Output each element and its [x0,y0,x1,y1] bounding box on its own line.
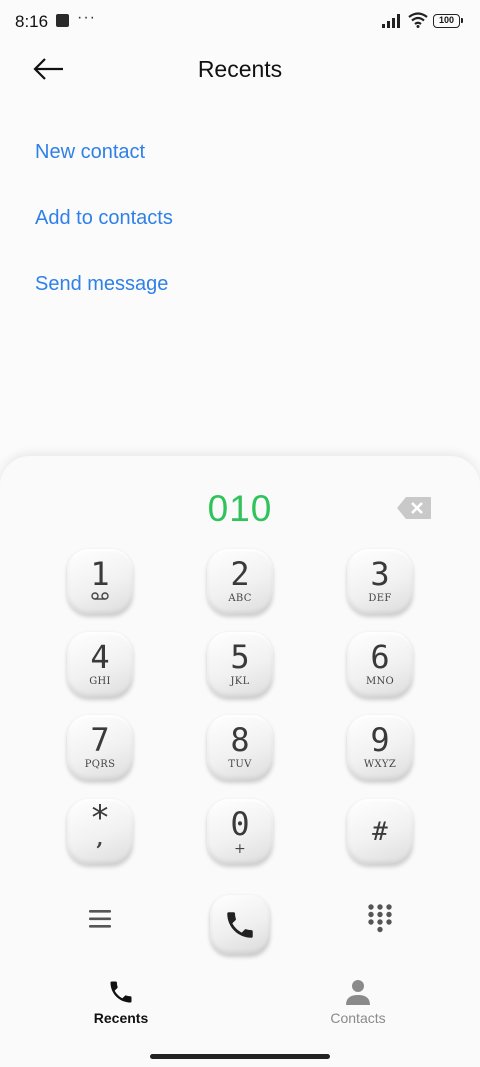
key-letters: + [233,841,247,857]
menu-button[interactable] [86,905,114,933]
key-9[interactable]: 9 WXYZ [347,715,413,781]
key-2[interactable]: 2 ABC [207,549,273,615]
key-7[interactable]: 7 PQRS [67,715,133,781]
key-digit: 3 [370,555,390,593]
voicemail-icon [91,592,109,600]
phone-icon [110,981,132,1003]
key-digit: 5 [230,638,250,676]
key-digit: 9 [370,721,390,759]
key-star[interactable]: * , [67,799,133,865]
nav-recents-label: Recents [93,1010,149,1026]
key-8[interactable]: 8 TUV [207,715,273,781]
key-5[interactable]: 5 JKL [207,632,273,698]
status-bar: 8:16 ··· 100 [0,0,480,44]
person-icon [346,980,370,1005]
key-digit: 6 [370,638,390,676]
call-button[interactable] [210,895,270,955]
new-contact-link[interactable]: New contact [35,141,145,164]
key-digit: # [372,817,388,847]
phone-icon [227,912,253,938]
home-indicator[interactable] [150,1054,330,1059]
key-4[interactable]: 4 GHI [67,632,133,698]
signal-icon [382,14,400,28]
send-message-link[interactable]: Send message [35,273,168,296]
key-3[interactable]: 3 DEF [347,549,413,615]
key-digit: 7 [90,721,110,759]
key-letters: DEF [368,593,392,604]
nav-contacts-label: Contacts [330,1010,386,1026]
nav-contacts[interactable]: Contacts [298,978,418,1026]
nav-recents[interactable]: Recents [61,978,181,1026]
key-1[interactable]: 1 [67,549,133,615]
key-digit: 8 [230,721,250,759]
dialpad-icon [368,904,392,933]
backspace-icon [397,497,431,519]
notification-square-icon [56,14,69,27]
menu-icon [89,910,111,928]
keypad-toggle-button[interactable] [366,903,394,935]
key-letters: JKL [230,676,250,687]
key-letters: PQRS [84,759,116,770]
page-title: Recents [197,56,283,82]
key-digit: 4 [90,638,110,676]
add-to-contacts-link[interactable]: Add to contacts [35,207,173,230]
status-time: 8:16 [15,12,49,31]
key-0[interactable]: 0 + [207,799,273,865]
key-digit: 2 [230,555,250,593]
key-letters: TUV [228,759,252,770]
key-letters: ABC [228,593,252,604]
key-6[interactable]: 6 MNO [347,632,413,698]
key-letters: , [96,826,104,850]
key-digit: 0 [230,805,250,843]
key-letters: WXYZ [363,759,397,770]
more-notifications-icon: ··· [77,9,96,26]
key-digit: 1 [90,555,110,593]
key-hash[interactable]: # [347,799,413,865]
backspace-button[interactable] [396,496,432,520]
wifi-icon [408,12,428,28]
battery-icon: 100 [433,14,463,28]
key-letters: GHI [89,676,111,687]
key-letters: MNO [365,676,395,687]
